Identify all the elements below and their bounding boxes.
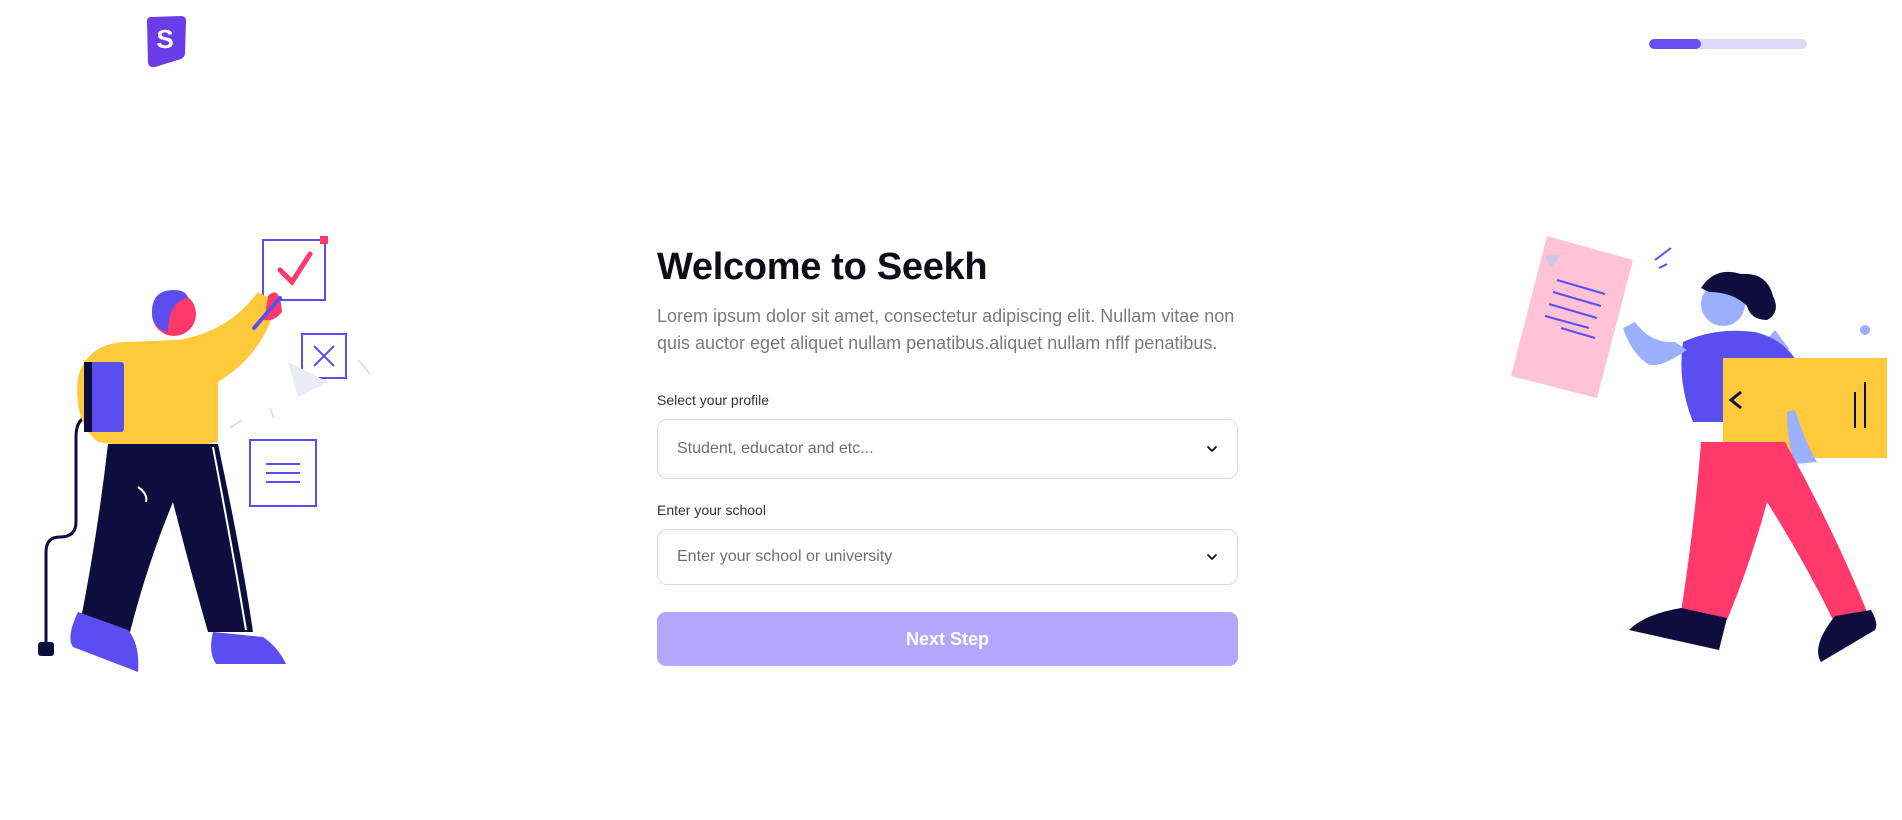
logo-icon: S <box>147 16 186 67</box>
profile-label: Select your profile <box>657 392 770 408</box>
logo-letter: S <box>156 24 173 54</box>
page-title: Welcome to Seekh <box>657 246 988 288</box>
person-with-checklist-illustration <box>38 236 371 672</box>
profile-select-placeholder: Student, educator and etc... <box>677 440 874 457</box>
school-select-placeholder: Enter your school or university <box>677 548 893 565</box>
profile-select[interactable]: Student, educator and etc... <box>657 419 1238 479</box>
page-description: Lorem ipsum dolor sit amet, consectetur … <box>657 306 1235 353</box>
progress-bar <box>1649 39 1807 49</box>
chevron-down-icon <box>1207 446 1217 452</box>
school-label: Enter your school <box>657 502 766 518</box>
person-with-documents-illustration <box>1511 236 1887 662</box>
onboarding-form: Welcome to Seekh Lorem ipsum dolor sit a… <box>657 243 1238 666</box>
chevron-down-icon <box>1207 554 1217 560</box>
progress-bar-fill <box>1649 39 1702 49</box>
school-select[interactable]: Enter your school or university <box>657 529 1238 585</box>
next-step-button[interactable]: Next Step <box>657 612 1238 666</box>
